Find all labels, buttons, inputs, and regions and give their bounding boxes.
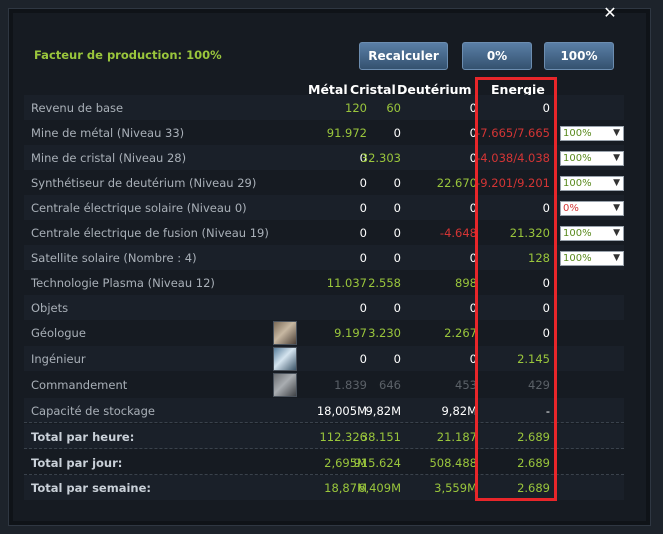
- row-label: Synthétiseur de deutérium (Niveau 29): [31, 176, 257, 190]
- chevron-down-icon: ▼: [613, 178, 620, 188]
- crystal-value: 0: [393, 352, 401, 366]
- chevron-down-icon: ▼: [613, 228, 620, 238]
- select-value: 100%: [563, 178, 592, 189]
- select-value: 0%: [563, 203, 579, 214]
- production-factor-label: Facteur de production: 100%: [34, 48, 222, 62]
- crystal-value: 0: [393, 251, 401, 265]
- select-value: 100%: [563, 253, 592, 264]
- production-percent-select[interactable]: 100% ▼: [560, 126, 624, 141]
- commander-avatar[interactable]: [273, 373, 297, 397]
- crystal-value: 0: [393, 201, 401, 215]
- crystal-value: 0: [393, 126, 401, 140]
- production-percent-select[interactable]: 100% ▼: [560, 151, 624, 166]
- select-value: 100%: [563, 228, 592, 239]
- chevron-down-icon: ▼: [613, 253, 620, 263]
- row-label: Centrale électrique de fusion (Niveau 19…: [31, 226, 269, 240]
- set-hundred-percent-button[interactable]: 100%: [544, 42, 614, 70]
- row-label: Mine de métal (Niveau 33): [31, 126, 185, 140]
- row-label: Ingénieur: [31, 352, 86, 366]
- row-label: Capacité de stockage: [31, 404, 155, 418]
- chevron-down-icon: ▼: [613, 203, 620, 213]
- crystal-value: 0: [393, 176, 401, 190]
- production-panel: ✕ Facteur de production: 100% Recalculer…: [8, 5, 651, 526]
- engineer-avatar[interactable]: [273, 347, 297, 371]
- select-value: 100%: [563, 128, 592, 139]
- row-label: Total par semaine:: [31, 481, 152, 495]
- row-label: Commandement: [31, 378, 128, 392]
- chevron-down-icon: ▼: [613, 128, 620, 138]
- select-value: 100%: [563, 153, 592, 164]
- crystal-value: 3.230: [368, 326, 401, 340]
- row-label: Objets: [31, 301, 69, 315]
- crystal-value: 0: [393, 226, 401, 240]
- chevron-down-icon: ▼: [613, 153, 620, 163]
- close-icon[interactable]: ✕: [601, 5, 619, 21]
- row-label: Géologue: [31, 326, 86, 340]
- production-percent-select[interactable]: 100% ▼: [560, 251, 624, 266]
- geologist-avatar[interactable]: [273, 321, 297, 345]
- row-label: Satellite solaire (Nombre : 4): [31, 251, 197, 265]
- set-zero-percent-button[interactable]: 0%: [462, 42, 532, 70]
- production-percent-select[interactable]: 0% ▼: [560, 201, 624, 216]
- row-label: Total par jour:: [31, 456, 123, 470]
- crystal-value: 915.624: [353, 456, 401, 470]
- crystal-value: 32.303: [360, 151, 401, 165]
- row-label: Technologie Plasma (Niveau 12): [31, 276, 215, 290]
- row-label: Total par heure:: [31, 430, 135, 444]
- row-label: Mine de cristal (Niveau 28): [31, 151, 187, 165]
- row-label: Centrale électrique solaire (Niveau 0): [31, 201, 247, 215]
- crystal-value: 60: [386, 101, 401, 115]
- crystal-value: 646: [379, 378, 401, 392]
- crystal-value: 38.151: [360, 430, 401, 444]
- production-percent-select[interactable]: 100% ▼: [560, 226, 624, 241]
- recalculate-button[interactable]: Recalculer: [359, 42, 448, 70]
- energy-column-highlight: [475, 77, 557, 501]
- crystal-value: 6,409M: [358, 481, 401, 495]
- crystal-value: 0: [393, 301, 401, 315]
- row-label: Revenu de base: [31, 101, 124, 115]
- production-percent-select[interactable]: 100% ▼: [560, 176, 624, 191]
- crystal-value: 2.558: [368, 276, 401, 290]
- crystal-value: 9,82M: [365, 404, 401, 418]
